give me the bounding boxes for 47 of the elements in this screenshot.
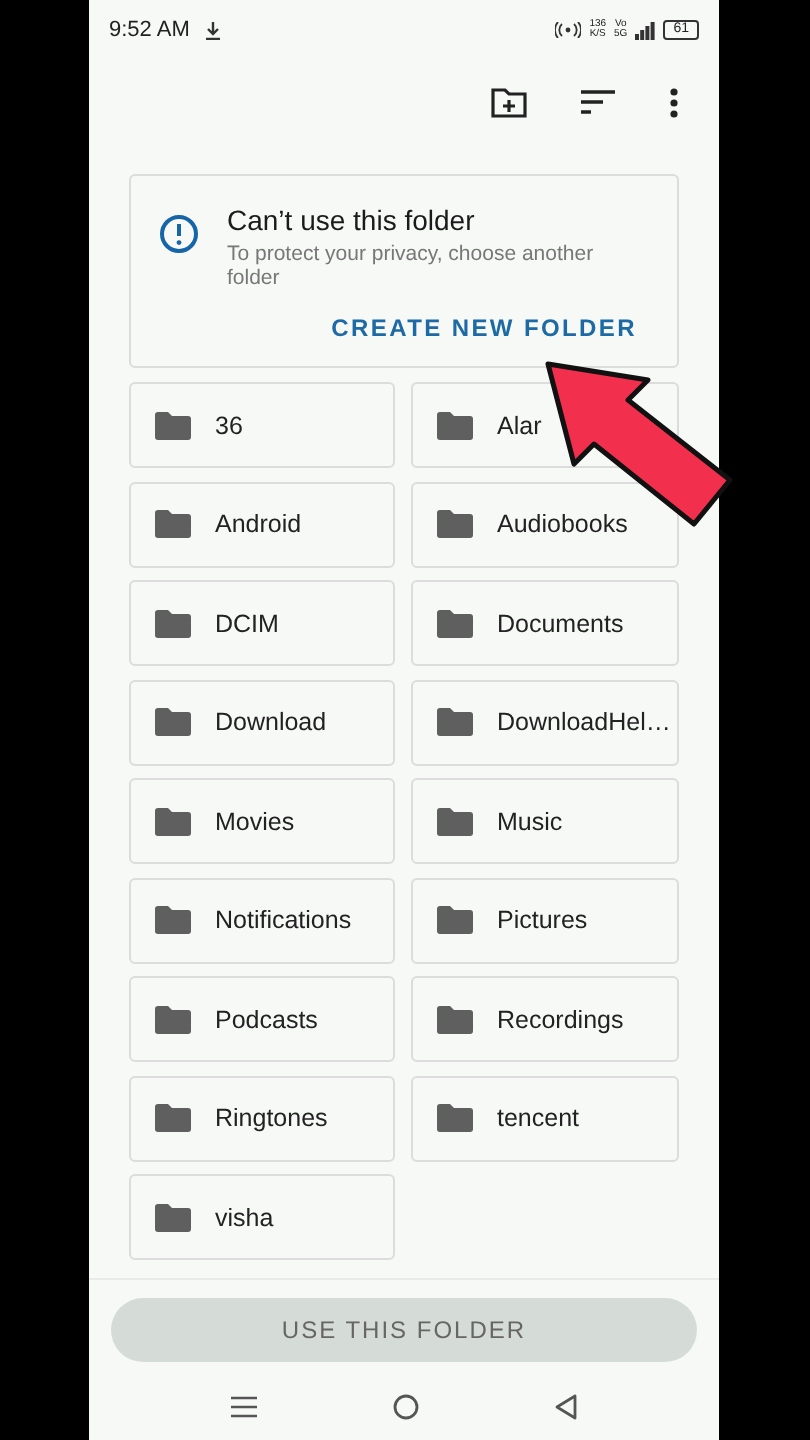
back-icon[interactable] bbox=[555, 1393, 577, 1419]
folder-icon bbox=[155, 807, 191, 835]
folder-icon bbox=[155, 609, 191, 637]
folder-icon bbox=[155, 1203, 191, 1231]
folder-icon bbox=[437, 510, 473, 538]
folder-tile[interactable]: Download bbox=[129, 679, 395, 765]
more-options-icon[interactable] bbox=[669, 87, 679, 117]
hotspot-icon bbox=[555, 22, 582, 38]
create-folder-button[interactable]: CREATE NEW FOLDER bbox=[331, 310, 637, 346]
folder-tile[interactable]: Recordings bbox=[411, 976, 679, 1062]
folder-icon bbox=[437, 807, 473, 835]
folder-icon bbox=[437, 1005, 473, 1033]
folder-tile[interactable]: DCIM bbox=[129, 580, 395, 666]
folder-icon bbox=[155, 1005, 191, 1033]
home-icon[interactable] bbox=[393, 1393, 419, 1419]
folder-icon bbox=[155, 510, 191, 538]
folder-tile[interactable]: tencent bbox=[411, 1075, 679, 1161]
notice-title: Can’t use this folder bbox=[227, 204, 477, 236]
folder-tile[interactable]: Documents bbox=[411, 580, 679, 666]
folder-tile[interactable]: 36 bbox=[129, 382, 395, 468]
folder-tile[interactable]: DownloadHel… bbox=[411, 679, 679, 765]
folder-icon bbox=[155, 411, 191, 439]
status-time: 9:52 AM bbox=[109, 18, 190, 42]
notice-message: To protect your privacy, choose another folder bbox=[227, 242, 596, 290]
download-icon bbox=[205, 21, 222, 39]
folder-icon bbox=[437, 906, 473, 934]
signal-icon bbox=[635, 21, 656, 39]
folder-icon bbox=[437, 609, 473, 637]
folder-tile[interactable]: Movies bbox=[129, 778, 395, 864]
new-folder-icon[interactable] bbox=[491, 87, 527, 117]
info-icon bbox=[159, 214, 199, 254]
menu-icon[interactable] bbox=[231, 1395, 257, 1417]
folder-tile[interactable]: Pictures bbox=[411, 877, 679, 963]
sort-icon[interactable] bbox=[581, 90, 615, 114]
folder-tile[interactable]: Music bbox=[411, 778, 679, 864]
folder-icon bbox=[155, 1104, 191, 1132]
folder-icon bbox=[437, 1104, 473, 1132]
folder-tile[interactable]: Android bbox=[129, 481, 395, 567]
folder-icon bbox=[155, 708, 191, 736]
folder-icon bbox=[437, 411, 473, 439]
folder-icon bbox=[155, 906, 191, 934]
folder-icon bbox=[437, 708, 473, 736]
folder-tile[interactable]: Podcasts bbox=[129, 976, 395, 1062]
folder-tile[interactable]: Notifications bbox=[129, 877, 395, 963]
folder-tile[interactable]: Ringtones bbox=[129, 1075, 395, 1161]
folder-tile[interactable]: visha bbox=[129, 1174, 395, 1260]
folder-tile[interactable]: Audiobooks bbox=[411, 481, 679, 567]
